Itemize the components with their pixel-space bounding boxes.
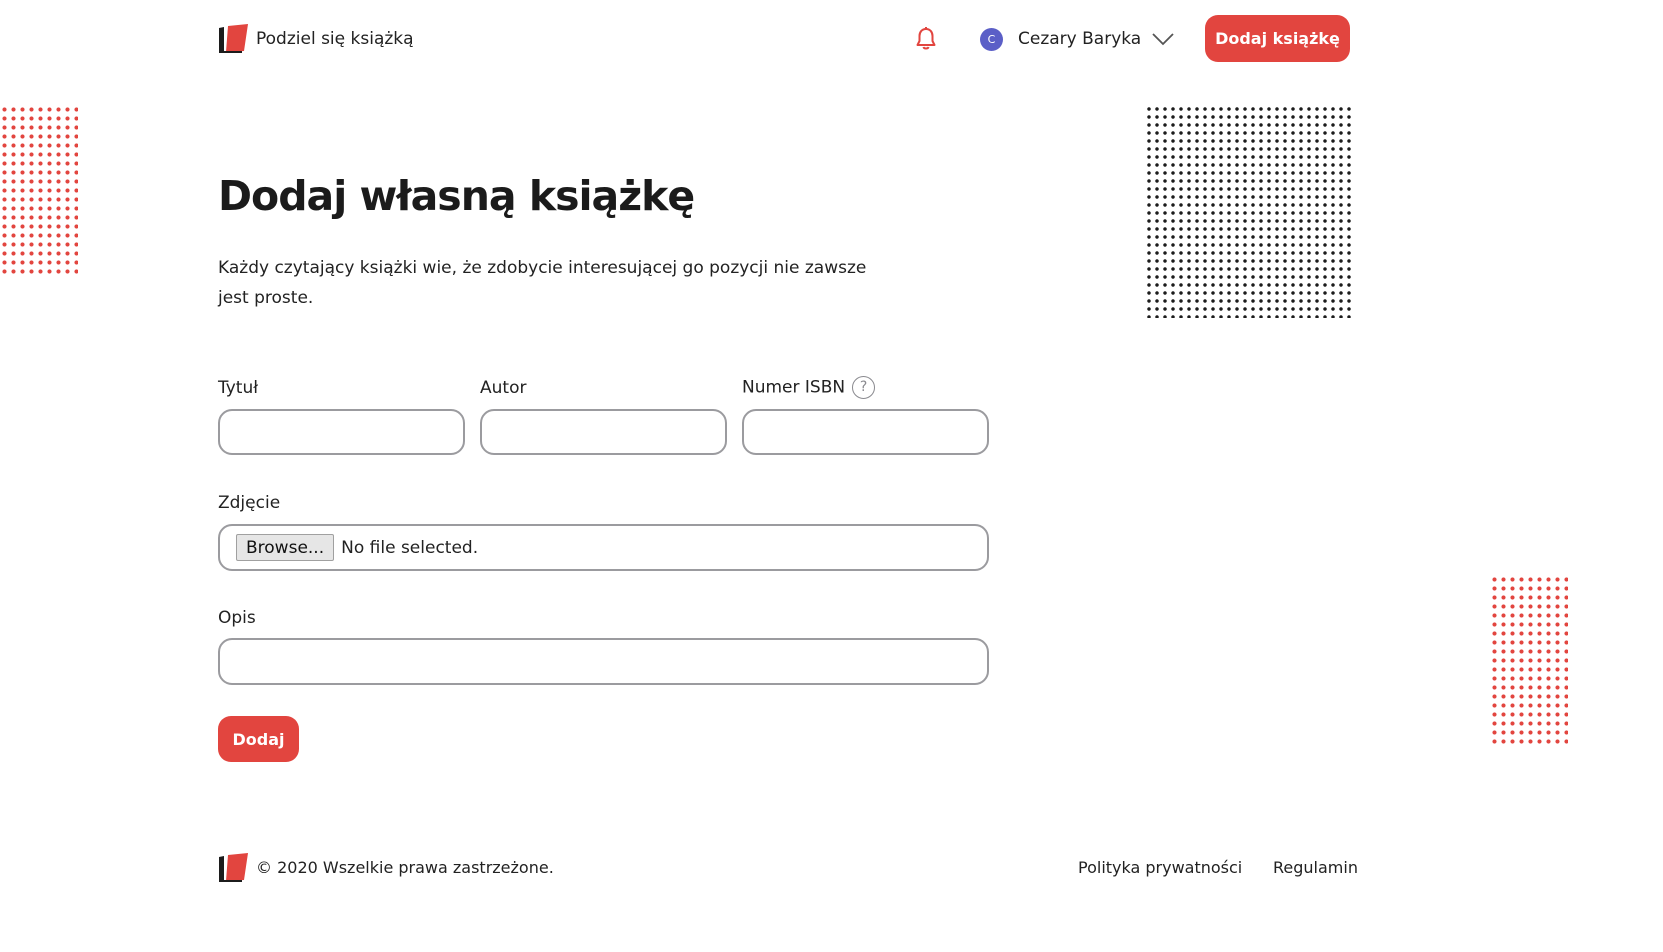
description-label: Opis	[218, 608, 256, 628]
user-name: Cezary Baryka	[1018, 29, 1142, 49]
user-menu[interactable]: C Cezary Baryka	[980, 24, 1175, 54]
submit-button[interactable]: Dodaj	[218, 716, 299, 762]
bell-icon[interactable]	[913, 26, 939, 52]
decorative-dots-left	[0, 105, 78, 275]
photo-label: Zdjęcie	[218, 493, 281, 513]
file-status: No file selected.	[341, 537, 479, 558]
book-logo-icon[interactable]	[218, 24, 248, 54]
author-label: Autor	[480, 378, 527, 398]
copyright-text: © 2020 Wszelkie prawa zastrzeżone.	[256, 858, 554, 877]
decorative-dots-right	[1490, 575, 1568, 745]
help-icon[interactable]: ?	[852, 376, 876, 399]
brand-name[interactable]: Podziel się książką	[256, 28, 414, 50]
author-input[interactable]	[480, 409, 727, 455]
decorative-dots-dark	[1145, 105, 1352, 318]
privacy-policy-link[interactable]: Polityka prywatności	[1078, 858, 1242, 877]
title-label: Tytuł	[218, 378, 259, 398]
isbn-label: Numer ISBN	[742, 377, 846, 398]
footer-logo-icon[interactable]	[218, 853, 248, 883]
chevron-down-icon	[1151, 31, 1175, 47]
photo-file-input[interactable]: Browse... No file selected.	[218, 524, 989, 571]
page-title: Dodaj własną książkę	[218, 172, 695, 220]
add-book-button[interactable]: Dodaj książkę	[1205, 15, 1350, 62]
terms-link[interactable]: Regulamin	[1273, 858, 1358, 877]
description-input[interactable]	[218, 638, 989, 685]
intro-text: Każdy czytający książki wie, że zdobycie…	[218, 258, 867, 308]
isbn-input[interactable]	[742, 409, 989, 455]
isbn-label-group: Numer ISBN?	[742, 376, 876, 399]
browse-button[interactable]: Browse...	[236, 534, 335, 561]
title-input[interactable]	[218, 409, 465, 455]
avatar: C	[980, 27, 1003, 51]
